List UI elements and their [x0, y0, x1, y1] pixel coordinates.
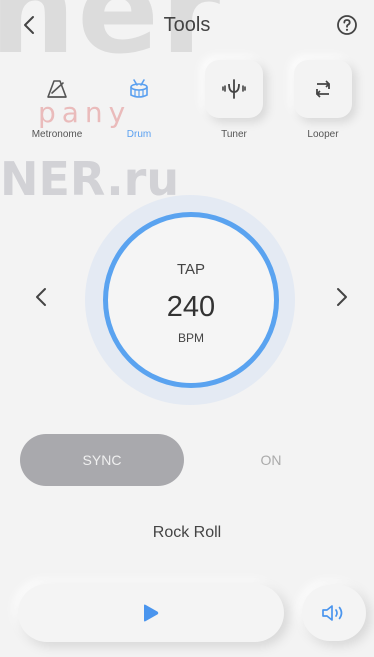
header: Tools	[0, 0, 374, 56]
tool-selector: Metronome Drum Tuner Looper	[0, 60, 374, 150]
tool-looper[interactable]: Looper	[288, 60, 358, 140]
tool-drum-card	[110, 60, 168, 118]
tool-tuner[interactable]: Tuner	[199, 60, 269, 140]
tool-tuner-card	[205, 60, 263, 118]
help-button[interactable]	[336, 14, 360, 38]
tempo-control: TAP 240 BPM	[0, 190, 374, 410]
metronome-icon	[47, 80, 67, 98]
tool-drum-label: Drum	[126, 129, 152, 140]
sync-button[interactable]: SYNC	[20, 434, 184, 486]
drum-icon	[130, 79, 148, 98]
tap-tempo-button[interactable]: TAP 240 BPM	[103, 212, 279, 388]
previous-style-button[interactable]	[26, 280, 56, 314]
play-button[interactable]	[18, 584, 284, 642]
tool-metronome-label: Metronome	[31, 129, 83, 140]
tuner-icon	[222, 79, 246, 99]
sync-on-button[interactable]: ON	[236, 434, 306, 486]
looper-icon	[316, 80, 330, 98]
tool-tuner-label: Tuner	[221, 129, 247, 140]
sync-toggle: SYNC ON	[20, 434, 350, 486]
tool-looper-card	[294, 60, 352, 118]
tool-metronome[interactable]: Metronome	[22, 60, 92, 140]
drum-screen: ner pany NER.ru Tools Metronome Drum Tun…	[0, 0, 374, 657]
next-style-button[interactable]	[327, 280, 357, 314]
tool-drum[interactable]: Drum	[104, 60, 174, 140]
help-icon	[337, 15, 357, 35]
tool-metronome-card	[28, 60, 86, 118]
tap-label: TAP	[176, 261, 206, 278]
tool-looper-label: Looper	[307, 129, 339, 140]
volume-button[interactable]	[302, 585, 366, 641]
chevron-right-icon	[337, 288, 347, 306]
play-icon	[144, 604, 159, 622]
page-title: Tools	[163, 14, 211, 36]
bpm-unit: BPM	[177, 331, 204, 345]
drum-style-name[interactable]: Rock Roll	[0, 524, 374, 542]
chevron-left-icon	[36, 288, 46, 306]
bpm-value: 240	[166, 291, 216, 323]
speaker-icon	[322, 605, 343, 621]
